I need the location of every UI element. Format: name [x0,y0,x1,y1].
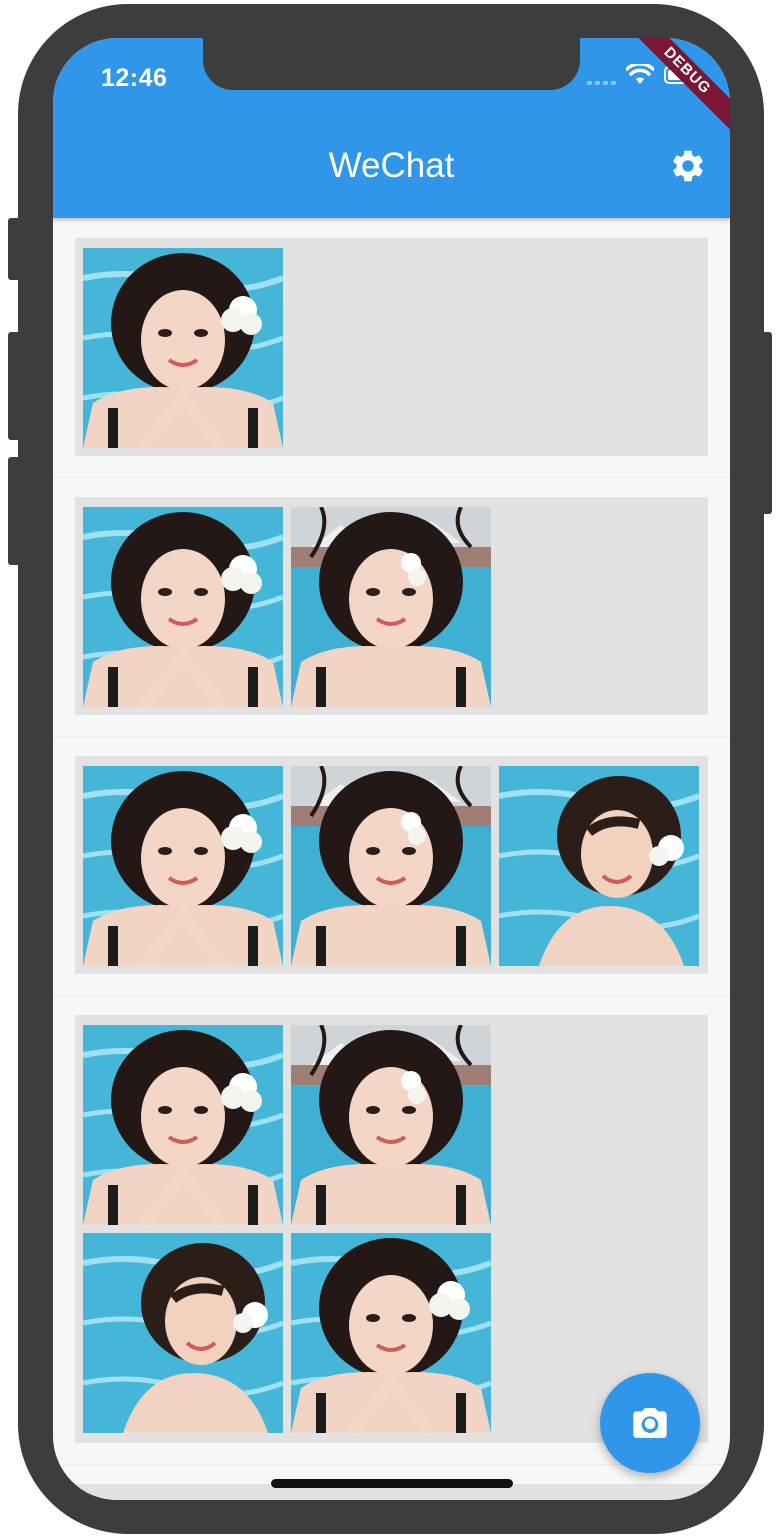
photo-thumbnail[interactable] [83,1233,283,1433]
photo-thumbnail[interactable] [83,507,283,707]
post-row [53,477,730,737]
photo-thumbnail[interactable] [291,766,491,966]
camera-fab[interactable] [600,1373,700,1473]
app-screen: 12:46 DEBUG WeChat [53,38,730,1500]
signal-icon [587,65,616,85]
photo-thumbnail[interactable] [291,1025,491,1225]
photo-grid-card[interactable] [75,756,708,974]
device-notch [203,38,580,90]
photo-thumbnail[interactable] [291,507,491,707]
photo-thumbnail[interactable] [499,766,699,966]
photo-thumbnail[interactable] [83,248,283,448]
settings-button[interactable] [668,146,708,186]
page-title: WeChat [328,146,455,185]
photo-thumbnail[interactable] [291,1233,491,1433]
wifi-icon [626,64,654,84]
photo-grid-card[interactable] [75,497,708,715]
status-time: 12:46 [101,64,168,92]
photo-grid-card[interactable] [75,238,708,456]
photo-thumbnail[interactable] [83,1025,283,1225]
gear-icon [673,150,703,182]
home-indicator [271,1479,513,1488]
camera-icon [633,1408,667,1438]
post-row [53,218,730,478]
photo-thumbnail[interactable] [83,766,283,966]
post-row [53,736,730,996]
photo-grid-card[interactable] [75,1015,708,1443]
debug-banner: DEBUG [619,38,730,139]
